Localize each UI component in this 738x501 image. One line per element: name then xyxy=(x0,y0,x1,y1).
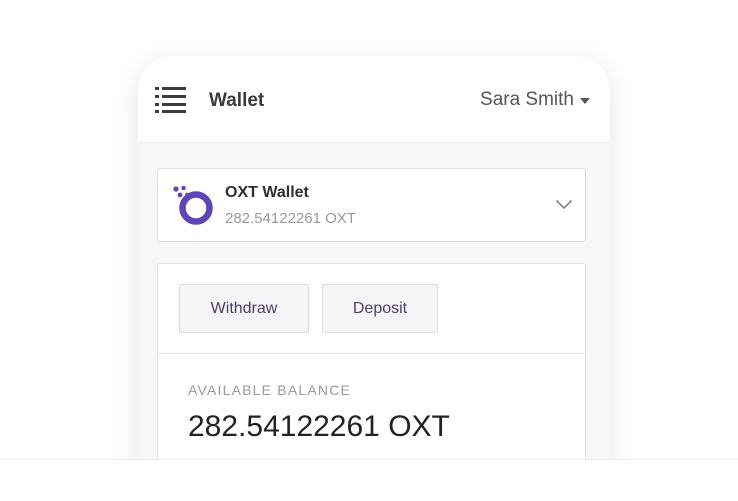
orchid-oxt-logo xyxy=(173,185,213,225)
screen: Wallet Sara Smith OXT Wallet 282.5412226… xyxy=(0,0,738,501)
wallet-selector[interactable]: OXT Wallet 282.54122261 OXT xyxy=(157,168,586,242)
withdraw-button[interactable]: Withdraw xyxy=(179,284,309,333)
bottom-fade xyxy=(0,459,738,501)
chevron-down-icon xyxy=(556,200,572,209)
wallet-name: OXT Wallet xyxy=(225,184,309,201)
wallet-actions: Withdraw Deposit xyxy=(158,264,585,354)
phone-frame: Wallet Sara Smith OXT Wallet 282.5412226… xyxy=(138,56,610,501)
app-header: Wallet Sara Smith xyxy=(138,56,610,143)
user-name: Sara Smith xyxy=(480,89,574,110)
user-menu[interactable]: Sara Smith xyxy=(480,89,590,111)
deposit-button[interactable]: Deposit xyxy=(322,284,438,333)
hamburger-menu-icon[interactable] xyxy=(155,86,187,114)
balance-label: AVAILABLE BALANCE xyxy=(188,382,352,398)
caret-down-icon xyxy=(580,98,590,104)
page-title: Wallet xyxy=(209,90,265,111)
wallet-amount: 282.54122261 OXT xyxy=(225,210,356,227)
balance-value: 282.54122261 OXT xyxy=(188,410,450,443)
